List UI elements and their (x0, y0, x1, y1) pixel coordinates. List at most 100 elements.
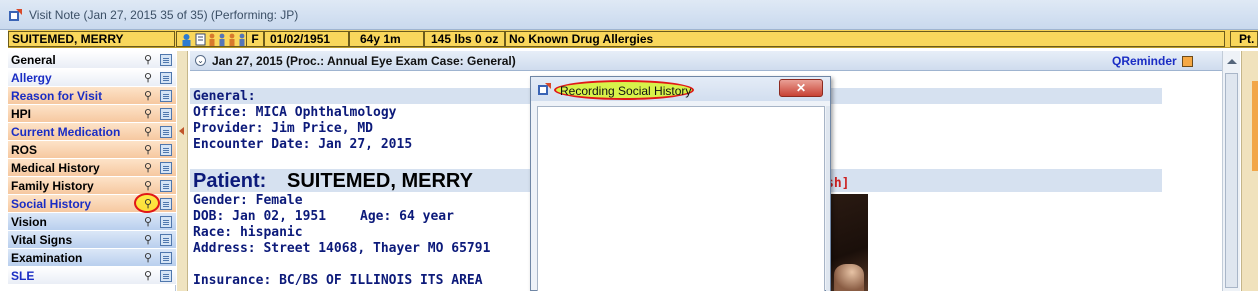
sidebar-splitter[interactable] (177, 51, 188, 291)
sidebar-item-label: Medical History (11, 161, 100, 175)
wrench-icon[interactable]: ⚲ (144, 72, 152, 84)
banner-pt-label[interactable]: Pt. (1230, 31, 1258, 47)
wrench-icon[interactable]: ⚲ (144, 162, 152, 174)
right-panel-tab[interactable] (1252, 81, 1258, 171)
sidebar-item-examination[interactable]: Examination ⚲ (8, 249, 176, 267)
wrench-icon[interactable]: ⚲ (144, 126, 152, 138)
sidebar-item-current-medication[interactable]: Current Medication ⚲ (8, 123, 176, 141)
sidebar-item-medical-history[interactable]: Medical History ⚲ (8, 159, 176, 177)
wrench-icon[interactable]: ⚲ (144, 270, 152, 282)
general-heading: General: (193, 89, 256, 104)
banner-allergies[interactable]: No Known Drug Allergies (505, 31, 1225, 47)
note-icon[interactable] (160, 108, 172, 120)
sidebar-item-label: HPI (11, 107, 32, 121)
patient-photo (830, 194, 868, 291)
note-icon[interactable] (160, 180, 172, 192)
note-icon[interactable] (160, 270, 172, 282)
wrench-icon[interactable]: ⚲ (144, 234, 152, 246)
banner-gender: F (246, 31, 264, 47)
sidebar-item-label: Allergy (11, 71, 52, 85)
scroll-thumb[interactable] (1225, 73, 1238, 288)
banner-weight: 145 lbs 0 oz (424, 31, 505, 47)
wrench-icon[interactable]: ⚲ (144, 180, 152, 192)
person-icon[interactable] (180, 33, 193, 46)
banner-patient-name[interactable]: SUITEMED, MERRY (8, 31, 175, 47)
window-title: Visit Note (Jan 27, 2015 35 of 35) (Perf… (29, 8, 299, 22)
sidebar-item-family-history[interactable]: Family History ⚲ (8, 177, 176, 195)
note-icon[interactable] (160, 144, 172, 156)
sidebar-item-label: ROS (11, 143, 38, 157)
sidebar-item-allergy[interactable]: Allergy ⚲ (8, 69, 176, 87)
wrench-icon[interactable]: ⚲ (144, 198, 152, 210)
close-button[interactable]: ✕ (779, 79, 823, 97)
note-icon[interactable] (160, 162, 172, 174)
section-sidebar: General ⚲ Allergy ⚲ Reason for Visit ⚲ H… (8, 51, 176, 291)
note-icon[interactable] (160, 198, 172, 210)
note-icon[interactable] (160, 252, 172, 264)
wrench-icon[interactable]: ⚲ (144, 144, 152, 156)
window-titlebar: Visit Note (Jan 27, 2015 35 of 35) (Perf… (0, 0, 1258, 30)
sidebar-item-vital-signs[interactable]: Vital Signs ⚲ (8, 231, 176, 249)
sidebar-item-label: Examination (11, 251, 83, 265)
address-line: Address: Street 14068, Thayer MO 65791 (193, 241, 491, 256)
sidebar-item-social-history[interactable]: Social History ⚲ (8, 193, 176, 213)
sidebar-item-label: Social History (11, 197, 92, 211)
app-icon (538, 83, 551, 95)
note-icon[interactable] (160, 234, 172, 246)
wrench-icon[interactable]: ⚲ (144, 108, 152, 120)
age-line: Age: 64 year (360, 209, 454, 224)
right-panel-strip[interactable] (1241, 51, 1258, 291)
app-icon (9, 9, 22, 21)
sidebar-item-label: Reason for Visit (11, 89, 103, 103)
sidebar-item-label: SLE (11, 269, 35, 283)
wrench-icon[interactable]: ⚲ (144, 54, 152, 66)
encounter-summary: Jan 27, 2015 (Proc.: Annual Eye Exam Cas… (212, 54, 516, 68)
wrench-icon[interactable]: ⚲ (144, 216, 152, 228)
family-icon[interactable] (208, 33, 248, 46)
note-icon[interactable] (160, 90, 172, 102)
patient-banner: SUITEMED, MERRY F 01/02/1951 64y 1m 145 … (8, 30, 1258, 48)
qreminder-checkbox[interactable] (1182, 56, 1193, 67)
encounter-date-line: Encounter Date: Jan 27, 2015 (193, 137, 413, 152)
collapse-arrow-icon[interactable] (179, 127, 184, 135)
patient-name-heading: SUITEMED, MERRY (287, 170, 473, 192)
sidebar-item-general[interactable]: General ⚲ (8, 51, 176, 69)
document-icon[interactable] (195, 33, 207, 46)
note-icon[interactable] (160, 126, 172, 138)
office-line: Office: MICA Ophthalmology (193, 105, 397, 120)
chevron-down-icon[interactable]: ⌄ (195, 55, 206, 66)
sidebar-item-vision[interactable]: Vision ⚲ (8, 213, 176, 231)
sidebar-item-reason-for-visit[interactable]: Reason for Visit ⚲ (8, 87, 176, 105)
dialog-title: Recording Social History (560, 84, 692, 98)
dob-line: DOB: Jan 02, 1951 (193, 209, 327, 224)
sidebar-item-hpi[interactable]: HPI ⚲ (8, 105, 176, 123)
dialog-edge (826, 106, 830, 291)
note-icon[interactable] (160, 54, 172, 66)
sidebar-item-sle[interactable]: SLE ⚲ (8, 267, 176, 285)
document-scrollbar[interactable] (1222, 51, 1240, 291)
sidebar-item-label: Current Medication (11, 125, 121, 139)
race-line: Race: hispanic (193, 225, 303, 240)
banner-dob: 01/02/1951 (264, 31, 349, 47)
dialog-titlebar[interactable]: Recording Social History ✕ (531, 77, 830, 101)
sidebar-item-label: Vision (11, 215, 47, 229)
note-icon[interactable] (160, 216, 172, 228)
provider-line: Provider: Jim Price, MD (193, 121, 374, 136)
wrench-icon[interactable]: ⚲ (144, 252, 152, 264)
qreminder-link[interactable]: QReminder (1112, 54, 1177, 68)
banner-age: 64y 1m (349, 31, 424, 47)
patient-label: Patient: (193, 170, 267, 192)
note-icon[interactable] (160, 72, 172, 84)
wrench-icon[interactable]: ⚲ (144, 90, 152, 102)
sidebar-item-label: Vital Signs (11, 233, 73, 247)
sidebar-item-label: General (11, 53, 56, 67)
banner-icons (176, 31, 250, 47)
insurance-line: Insurance: BC/BS OF ILLINOIS ITS AREA (193, 273, 483, 288)
dialog-content-area[interactable] (537, 106, 825, 291)
sidebar-item-ros[interactable]: ROS ⚲ (8, 141, 176, 159)
scroll-up-icon[interactable] (1227, 59, 1237, 64)
recording-social-history-dialog: Recording Social History ✕ (530, 76, 831, 291)
sidebar-item-label: Family History (11, 179, 94, 193)
gender-line: Gender: Female (193, 193, 303, 208)
encounter-header: ⌄ Jan 27, 2015 (Proc.: Annual Eye Exam C… (190, 51, 1240, 71)
